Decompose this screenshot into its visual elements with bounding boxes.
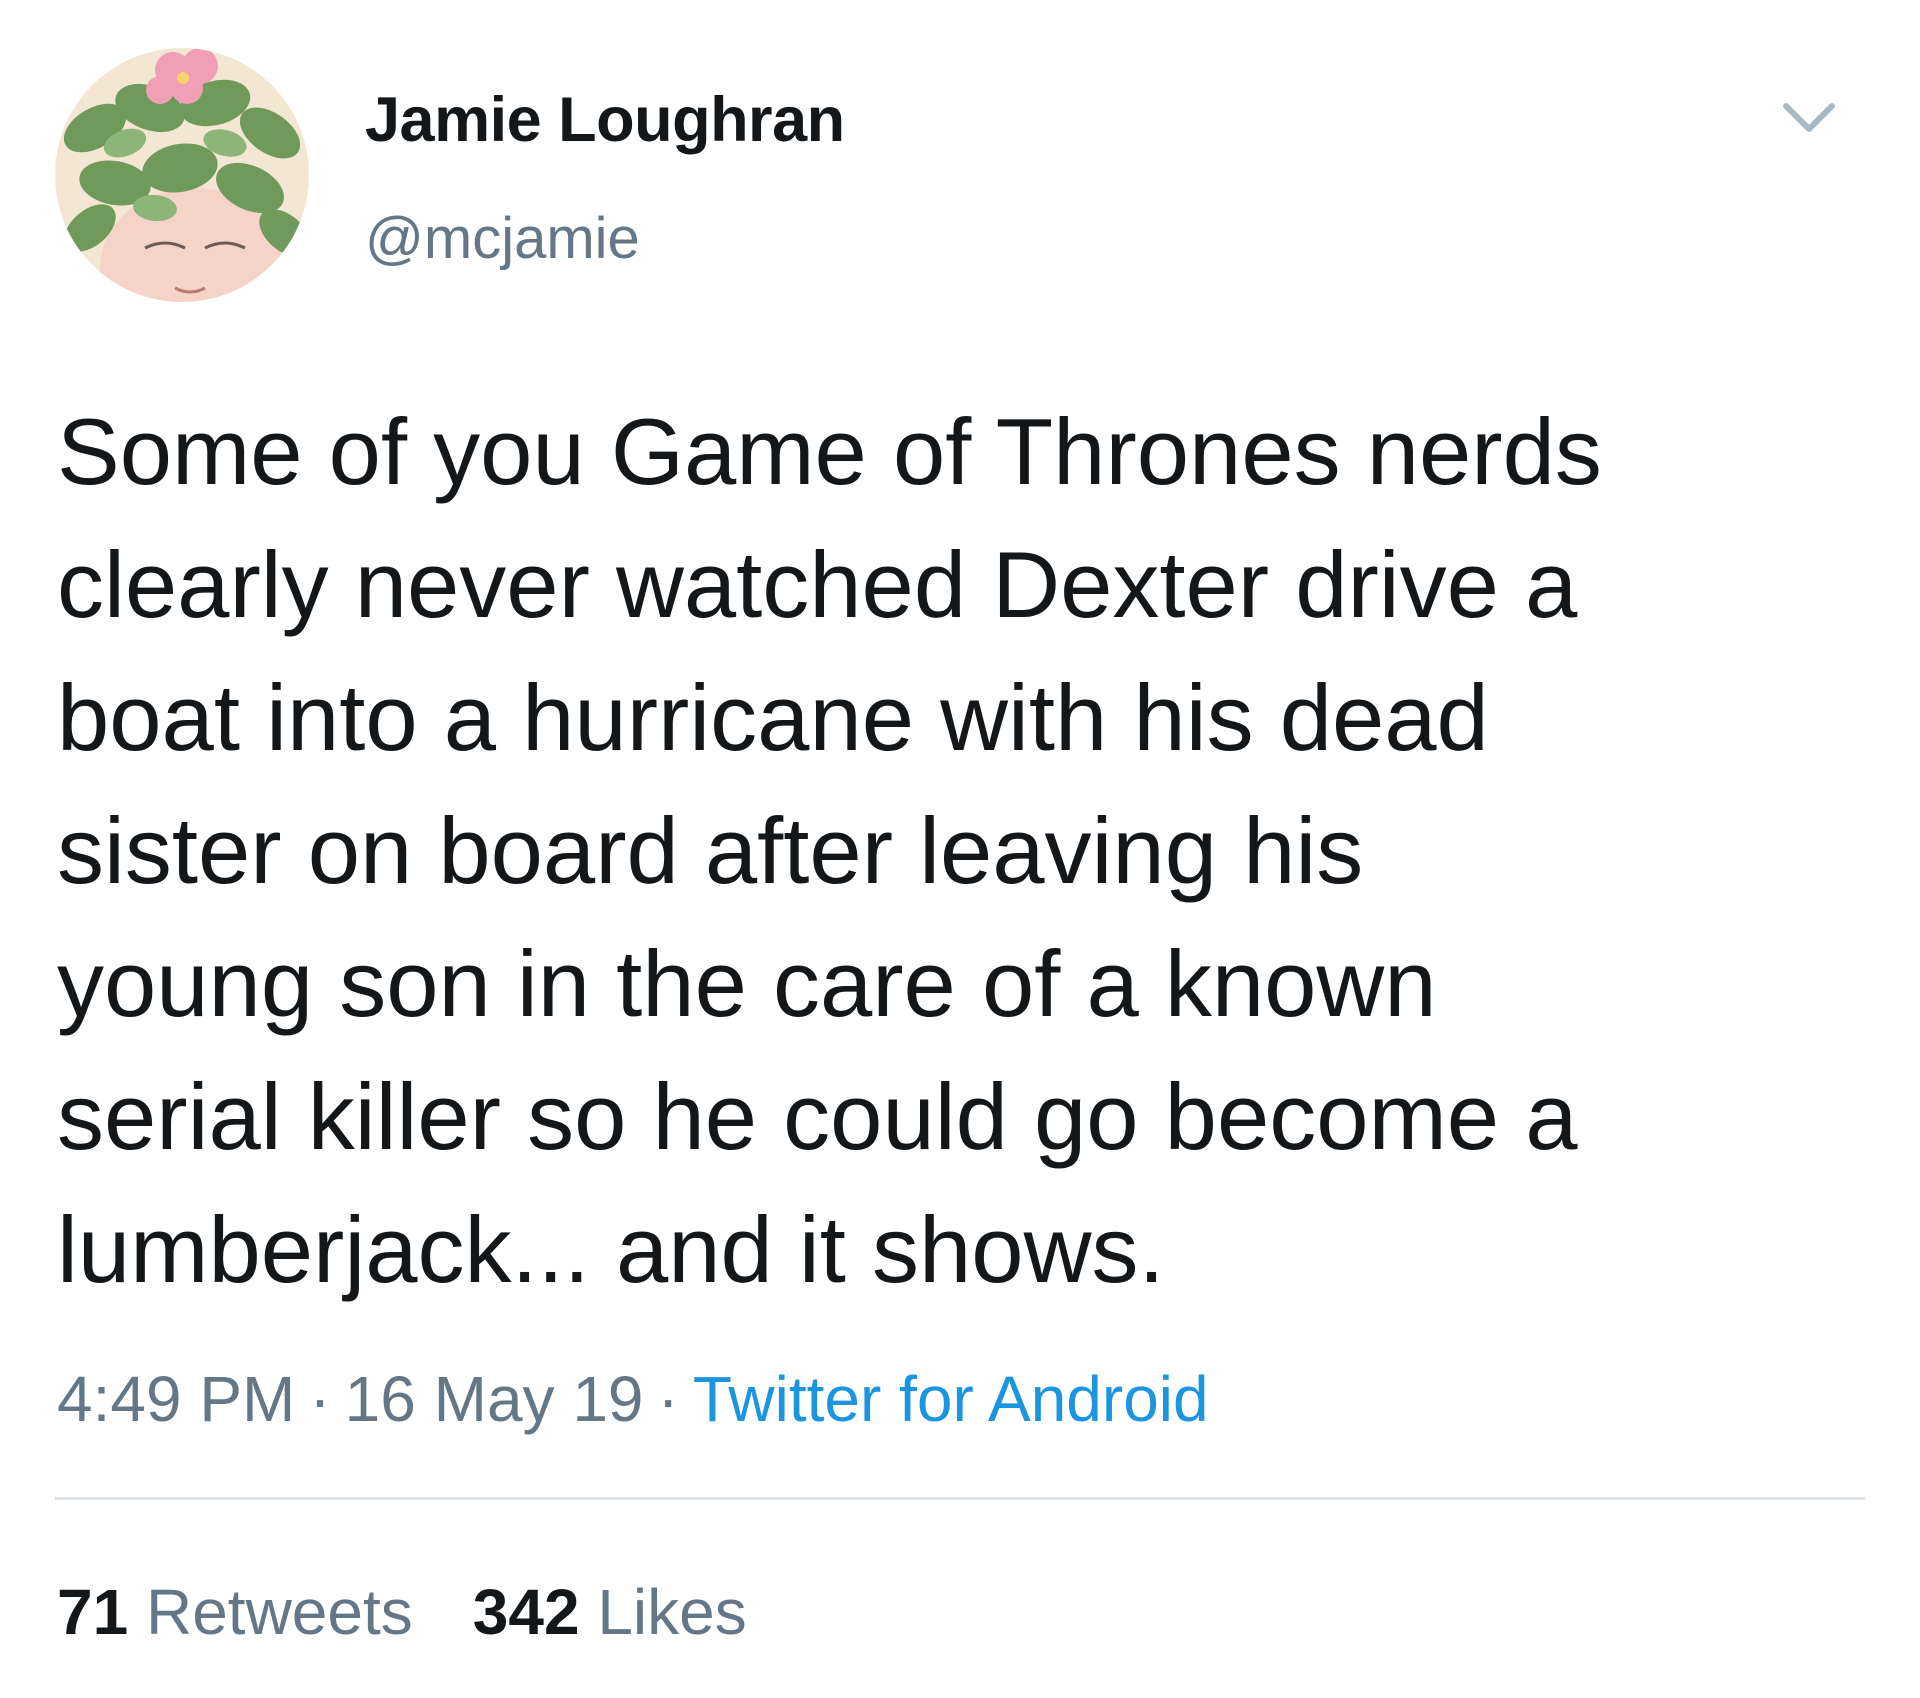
likes-count: 342 (472, 1576, 580, 1648)
tweet-metadata: 4:49 PM · 16 May 19 · Twitter for Android (57, 1362, 1209, 1436)
divider (55, 1497, 1865, 1500)
tweet-text: Some of you Game of Thrones nerds clearl… (57, 385, 1877, 1316)
chevron-down-icon[interactable] (1780, 98, 1838, 138)
tweet-text-line: clearly never watched Dexter drive a (57, 532, 1578, 637)
tweet-text-line: serial killer so he could go become a (57, 1064, 1578, 1169)
separator-dot: · (309, 1363, 331, 1435)
retweets-count: 71 (57, 1576, 129, 1648)
likes-stat[interactable]: 342 Likes (473, 1576, 747, 1648)
tweet-card: Jamie Loughran @mcjamie Some of you Game… (0, 0, 1920, 1698)
tweet-text-line: Some of you Game of Thrones nerds (57, 399, 1602, 504)
likes-label: Likes (597, 1576, 747, 1648)
display-name[interactable]: Jamie Loughran (365, 84, 845, 156)
avatar[interactable] (55, 48, 309, 302)
retweets-stat[interactable]: 71 Retweets (57, 1576, 413, 1648)
tweet-text-line: sister on board after leaving his (57, 798, 1364, 903)
tweet-time[interactable]: 4:49 PM (57, 1363, 295, 1435)
avatar-illustration (55, 48, 309, 302)
tweet-date[interactable]: 16 May 19 (345, 1363, 644, 1435)
tweet-text-line: young son in the care of a known (57, 931, 1437, 1036)
handle[interactable]: @mcjamie (365, 205, 640, 272)
tweet-stats: 71 Retweets 342 Likes (57, 1575, 807, 1649)
tweet-source-link[interactable]: Twitter for Android (693, 1363, 1209, 1435)
separator-dot: · (657, 1363, 679, 1435)
retweets-label: Retweets (145, 1576, 413, 1648)
tweet-text-line: lumberjack... and it shows. (57, 1197, 1165, 1302)
tweet-text-line: boat into a hurricane with his dead (57, 665, 1489, 770)
